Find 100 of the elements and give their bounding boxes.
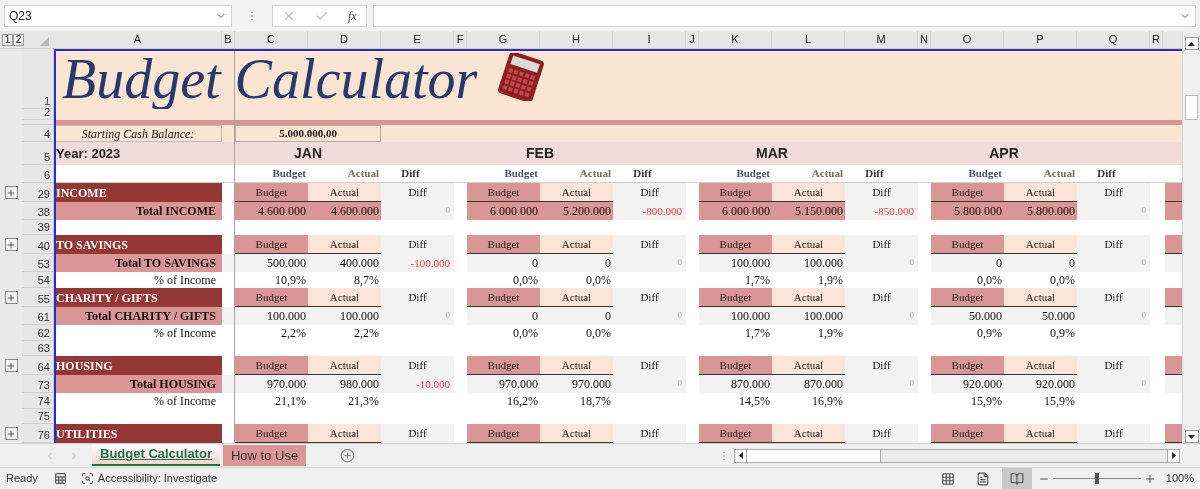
table-cell: 0 bbox=[931, 254, 1004, 272]
total-label: Total HOUSING bbox=[54, 375, 222, 393]
row-header[interactable]: 54 bbox=[22, 272, 54, 288]
scroll-down-button[interactable] bbox=[1184, 430, 1199, 443]
column-header[interactable]: P bbox=[1004, 31, 1077, 48]
page-break-view-button[interactable] bbox=[1001, 468, 1032, 489]
normal-view-icon[interactable] bbox=[940, 471, 955, 486]
table-cell: Budget bbox=[699, 235, 772, 254]
cash-balance-field[interactable]: 5.000.000,00 bbox=[235, 125, 381, 142]
page-layout-icon[interactable] bbox=[975, 471, 990, 486]
row-header[interactable]: 63 bbox=[22, 341, 54, 356]
table-cell: Diff bbox=[613, 424, 686, 443]
table-cell-text: 0,9% bbox=[976, 325, 1003, 341]
zoom-in-icon[interactable] bbox=[1143, 472, 1156, 485]
select-all-icon[interactable] bbox=[40, 37, 49, 46]
column-header[interactable]: Q bbox=[1077, 31, 1150, 48]
row-header[interactable]: 29 bbox=[22, 183, 54, 202]
zoom-level[interactable]: 100% bbox=[1165, 470, 1194, 487]
scroll-up-button[interactable] bbox=[1184, 37, 1199, 50]
row-header[interactable]: 1 bbox=[22, 49, 54, 109]
row-header[interactable]: 53 bbox=[22, 254, 54, 272]
outline-level-button[interactable]: 1 bbox=[2, 33, 13, 46]
row-header[interactable]: 76 bbox=[22, 424, 54, 443]
row-header[interactable]: 55 bbox=[22, 288, 54, 307]
sheet-tab[interactable]: Budget Calculator bbox=[92, 444, 220, 466]
scrollbar-thumb[interactable] bbox=[747, 449, 881, 462]
table-cell-text: 8,7% bbox=[353, 272, 380, 288]
expand-button[interactable] bbox=[4, 427, 18, 440]
column-header[interactable]: A bbox=[54, 31, 222, 48]
row-header[interactable]: 61 bbox=[22, 307, 54, 325]
row-header[interactable]: 4 bbox=[22, 125, 54, 142]
expand-button[interactable] bbox=[4, 186, 18, 199]
table-cell: Diff bbox=[381, 235, 454, 254]
table-cell-text: 1,9% bbox=[817, 272, 844, 288]
name-box[interactable]: Q23 bbox=[4, 4, 232, 27]
expand-button[interactable] bbox=[4, 359, 18, 372]
column-header[interactable]: K bbox=[699, 31, 772, 48]
table-cell: Budget bbox=[467, 235, 540, 254]
expand-button[interactable] bbox=[4, 291, 18, 304]
table-cell-text: 21,3% bbox=[347, 393, 380, 409]
row-header[interactable]: 62 bbox=[22, 325, 54, 341]
formula-input[interactable] bbox=[373, 4, 1196, 27]
accessibility-status[interactable]: Accessibility: Investigate bbox=[97, 470, 217, 487]
row-header[interactable]: 6 bbox=[22, 165, 54, 183]
row-header[interactable]: 75 bbox=[22, 409, 54, 424]
table-cell: 6.000.000 bbox=[467, 202, 540, 220]
vertical-scrollbar[interactable] bbox=[1182, 31, 1200, 443]
column-header[interactable]: I bbox=[613, 31, 686, 48]
row-header[interactable]: 2 bbox=[22, 109, 54, 120]
table-cell: 4.600.000 bbox=[235, 202, 308, 220]
expand-button[interactable] bbox=[4, 238, 18, 251]
column-header[interactable]: J bbox=[686, 31, 699, 48]
column-header[interactable]: G bbox=[467, 31, 540, 48]
column-header[interactable]: D bbox=[308, 31, 381, 48]
sheet-icon[interactable] bbox=[53, 472, 67, 485]
column-header[interactable]: B bbox=[222, 31, 235, 48]
column-header[interactable]: M bbox=[845, 31, 918, 48]
column-header[interactable]: O bbox=[931, 31, 1004, 48]
outline-level-button[interactable]: 2 bbox=[13, 33, 24, 46]
table-cell-text: 0,9% bbox=[1049, 325, 1076, 341]
column-header[interactable]: L bbox=[772, 31, 845, 48]
table-cell-text: 0,0% bbox=[1049, 272, 1076, 288]
row-header[interactable]: 38 bbox=[22, 202, 54, 220]
table-cell: 0 bbox=[540, 254, 613, 272]
sheet-tab[interactable]: How to Use bbox=[222, 445, 307, 466]
zoom-slider-thumb[interactable] bbox=[1094, 473, 1099, 484]
column-header[interactable]: C bbox=[235, 31, 308, 48]
table-cell-text: % of Income bbox=[153, 325, 217, 341]
scroll-left-button[interactable] bbox=[735, 449, 747, 462]
table-cell: Diff bbox=[1077, 183, 1150, 202]
insert-function-button[interactable]: fx bbox=[347, 6, 357, 25]
accessibility-icon[interactable] bbox=[80, 472, 94, 485]
column-header[interactable]: F bbox=[454, 31, 467, 48]
table-cell: Budget bbox=[931, 356, 1004, 375]
row-header[interactable]: 39 bbox=[22, 220, 54, 235]
row-header[interactable]: 74 bbox=[22, 393, 54, 409]
column-header[interactable]: H bbox=[540, 31, 613, 48]
column-header[interactable]: R bbox=[1150, 31, 1163, 48]
row-header[interactable]: 64 bbox=[22, 356, 54, 375]
table-cell bbox=[1165, 183, 1182, 202]
table-cell: Budget bbox=[467, 183, 540, 202]
table-cell: Budget bbox=[931, 424, 1004, 443]
scrollbar-thumb[interactable] bbox=[1185, 95, 1198, 120]
horizontal-scrollbar[interactable] bbox=[734, 448, 1180, 463]
table-cell: Actual bbox=[308, 183, 381, 202]
table-cell: Actual bbox=[772, 183, 845, 202]
table-cell-text: % of Income bbox=[153, 393, 217, 409]
table-cell: Actual bbox=[1004, 424, 1077, 443]
table-cell: Budget bbox=[931, 235, 1004, 254]
table-cell-text: 2,2% bbox=[280, 325, 307, 341]
column-header[interactable]: N bbox=[918, 31, 931, 48]
scroll-right-button[interactable] bbox=[1167, 449, 1179, 462]
table-cell: -10.000 bbox=[381, 375, 454, 393]
add-sheet-icon[interactable] bbox=[340, 448, 356, 463]
row-header[interactable]: 40 bbox=[22, 235, 54, 254]
table-cell: Actual bbox=[772, 356, 845, 375]
row-header[interactable]: 73 bbox=[22, 375, 54, 393]
table-cell: -800.000 bbox=[613, 202, 686, 220]
row-header[interactable]: 5 bbox=[22, 142, 54, 165]
column-header[interactable]: E bbox=[381, 31, 454, 48]
